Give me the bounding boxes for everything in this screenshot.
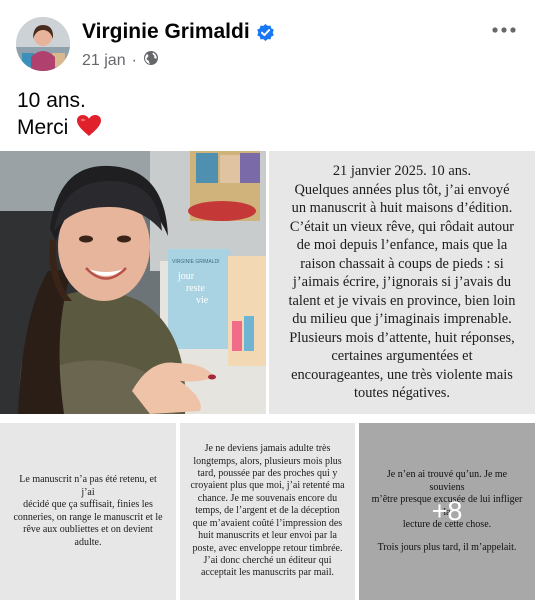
text-tile-retry-body: Je ne deviens jamais adulte très longtem… <box>180 443 354 579</box>
tile-line: m’être presque excusée de lui infliger l… <box>371 494 523 518</box>
post-date[interactable]: 21 jan <box>82 52 126 70</box>
text-tile-intro[interactable]: 21 janvier 2025. 10 ans. Quelques années… <box>269 151 535 414</box>
text-tile-more-photos-body: Je n’en ai trouvé qu’un. Je me souviens … <box>359 469 535 554</box>
tile-line: J’ai donc cherché un éditeur qui <box>203 554 332 566</box>
post-message-line-with-heart: Merci <box>17 114 102 141</box>
tile-line: toutes négatives. <box>354 385 450 402</box>
tile-line: Quelques années plus tôt, j’ai envoyé <box>294 181 510 198</box>
tile-line: rêve aux oubliettes et on devient <box>23 524 153 535</box>
tile-line: du milieu que j’imaginais imprenable. <box>292 311 512 328</box>
tile-line: longtemps, alors, plusieurs mois plus <box>193 455 342 467</box>
text-tile-more-photos[interactable]: Je n’en ai trouvé qu’un. Je me souviens … <box>359 423 535 600</box>
tile-line: Plusieurs mois d’attente, huit réponses, <box>289 329 515 346</box>
tile-line: j’aimais écrire, j’ignorais si j’avais d… <box>292 274 512 291</box>
more-options-icon[interactable] <box>491 20 517 40</box>
tile-line: Je ne deviens jamais adulte très <box>204 443 331 455</box>
post-message-line: 10 ans. <box>17 89 86 112</box>
red-heart-icon <box>76 114 102 137</box>
tile-line: croyaient plus que moi, j’ai retenté ma <box>190 480 345 492</box>
tile-line: de moi depuis l’enfance, mais que la <box>296 237 508 254</box>
tile-line: acceptait les manuscrits par mail. <box>200 567 334 579</box>
author-name-row: Virginie Grimaldi <box>82 20 275 44</box>
tile-line: C’était un vieux rêve, qui rôdait autour <box>289 218 515 235</box>
tile-line: tard, poussée par des proches qui y <box>197 468 338 480</box>
separator-dot: · <box>131 51 137 69</box>
tile-line: que m’avaient coûté l’impression des <box>192 517 343 529</box>
tile-line: un manuscrit à huit maisons d’édition. <box>291 200 513 217</box>
text-tile-retry[interactable]: Je ne deviens jamais adulte très longtem… <box>180 423 355 600</box>
author-avatar[interactable] <box>16 17 70 71</box>
author-name[interactable]: Virginie Grimaldi <box>82 20 250 44</box>
tile-line: Le manuscrit n’a pas été retenu, et j’ai <box>19 474 157 498</box>
text-tile-intro-body: 21 janvier 2025. 10 ans. Quelques années… <box>281 162 524 403</box>
tile-line: raison chassait à coups de pieds : si <box>300 255 504 272</box>
tile-line: huit manuscrits et leur envoi par la <box>198 530 337 542</box>
tile-line: talent et je vivais en province, bien lo… <box>288 292 516 309</box>
tile-line: lecture de cette chose. <box>402 519 492 530</box>
tile-line: certaines argumentées et <box>331 348 473 365</box>
text-tile-manuscript[interactable]: Le manuscrit n’a pas été retenu, et j’ai… <box>0 423 176 600</box>
tile-line: 21 janvier 2025. 10 ans. <box>332 163 472 180</box>
tile-line: encourageantes, une très violente mais <box>291 366 513 383</box>
tile-line: décidé que ça suffisait, finies les <box>23 499 153 510</box>
globe-icon <box>143 50 159 71</box>
book-cover-word: reste <box>186 283 205 294</box>
post-meta: 21 jan · <box>82 50 159 71</box>
post-message: 10 ans. Merci <box>17 87 102 141</box>
photo-author-with-books[interactable]: VIRGINIE GRIMALDI jour reste vie <box>0 151 266 414</box>
book-cover-author: VIRGINIE GRIMALDI <box>172 259 220 265</box>
tile-line: Je n’en ai trouvé qu’un. Je me souviens <box>386 469 508 493</box>
tile-line: chance. Je me souvenais encore du <box>197 492 338 504</box>
book-cover-word: vie <box>196 295 209 306</box>
tile-line: Trois jours plus tard, il m’appelait. <box>377 541 517 553</box>
tile-line: poste, avec enveloppe retour timbrée. <box>192 542 343 554</box>
book-cover-word: jour <box>177 271 195 282</box>
post-message-line: Merci <box>17 116 69 139</box>
post-header: Virginie Grimaldi 21 jan · <box>0 0 535 80</box>
tile-line: temps, de l’argent et de la déception <box>195 505 340 517</box>
text-tile-manuscript-body: Le manuscrit n’a pas été retenu, et j’ai… <box>0 474 176 549</box>
tile-line: conneries, on range le manuscrit et le <box>13 511 163 523</box>
tile-line: adulte. <box>74 536 102 548</box>
verified-badge-icon <box>256 23 275 42</box>
